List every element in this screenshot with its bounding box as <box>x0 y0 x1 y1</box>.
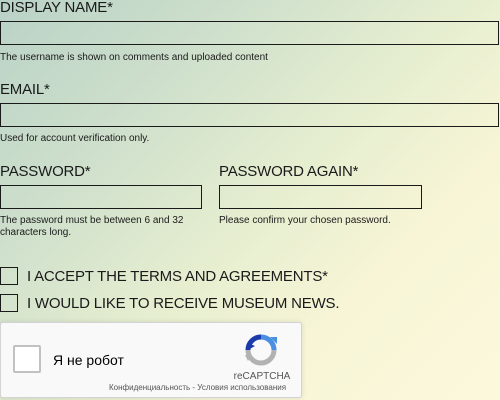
accept-terms-label: I ACCEPT THE TERMS AND AGREEMENTS* <box>27 267 328 285</box>
museum-news-label: I WOULD LIKE TO RECEIVE MUSEUM NEWS. <box>27 294 340 312</box>
display-name-label: DISPLAY NAME* <box>0 0 113 16</box>
password-help: The password must be between 6 and 32 ch… <box>0 215 184 238</box>
password-again-help: Please confirm your chosen password. <box>219 215 391 226</box>
display-name-help: The username is shown on comments and up… <box>0 52 268 63</box>
password-input[interactable] <box>0 185 202 209</box>
accept-terms-row[interactable]: I ACCEPT THE TERMS AND AGREEMENTS* <box>0 267 328 285</box>
museum-news-row[interactable]: I WOULD LIKE TO RECEIVE MUSEUM NEWS. <box>0 294 340 312</box>
password-again-input[interactable] <box>219 185 422 209</box>
accept-terms-checkbox[interactable] <box>0 267 18 285</box>
museum-news-checkbox[interactable] <box>0 294 18 312</box>
password-again-label: PASSWORD AGAIN* <box>219 163 359 180</box>
recaptcha-terms-link[interactable]: Условия использования <box>197 383 286 392</box>
email-help: Used for account verification only. <box>0 133 150 144</box>
password-label: PASSWORD* <box>0 163 91 180</box>
recaptcha-widget: Я не робот reCAPTCHA Конфиденциальность … <box>0 322 302 398</box>
recaptcha-links: Конфиденциальность - Условия использован… <box>109 383 286 392</box>
email-label: EMAIL* <box>0 81 50 98</box>
recaptcha-logo-icon <box>245 334 277 366</box>
recaptcha-privacy-link[interactable]: Конфиденциальность <box>109 383 190 392</box>
display-name-input[interactable] <box>0 21 499 45</box>
recaptcha-label: Я не робот <box>53 352 124 368</box>
recaptcha-checkbox[interactable] <box>13 345 41 373</box>
email-input[interactable] <box>0 103 499 127</box>
recaptcha-brand: reCAPTCHA <box>233 371 291 382</box>
